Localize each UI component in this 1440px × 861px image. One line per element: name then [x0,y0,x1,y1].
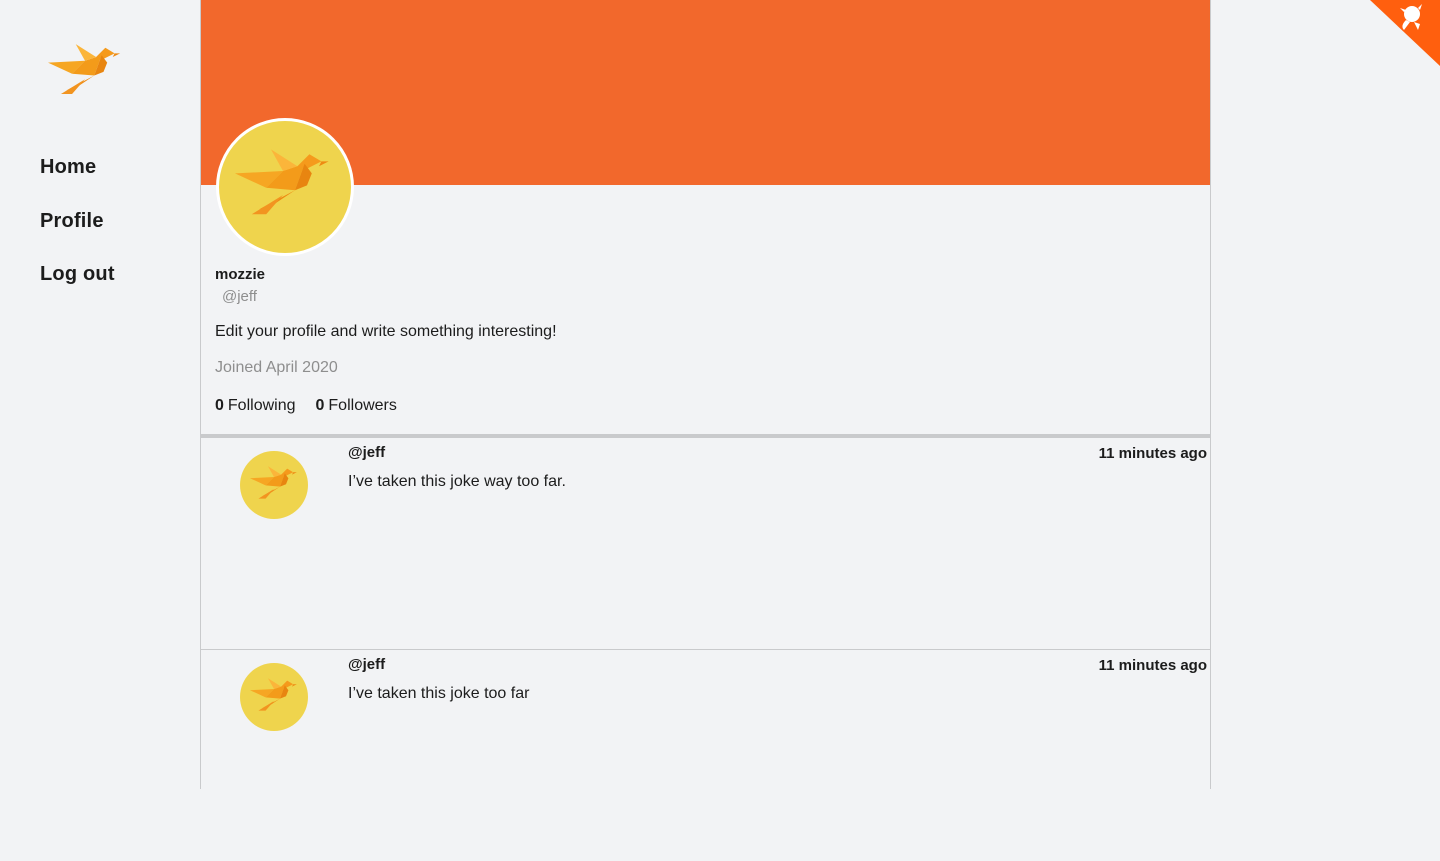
profile-avatar [216,118,354,256]
profile-main: mozzie @jeff Edit your profile and write… [200,0,1211,789]
github-octocat-icon [1370,0,1440,66]
following-label: Following [227,397,296,414]
nav-item-profile[interactable]: Profile [40,206,115,260]
profile-banner [201,0,1210,185]
tweet-text: I’ve taken this joke too far [348,685,530,702]
tweet-item[interactable]: @jeff 11 minutes ago I’ve taken this jok… [201,438,1210,650]
sidebar-nav: Home Profile Log out [40,152,115,313]
following-link[interactable]: 0 Following [215,397,296,415]
bird-logo-icon[interactable] [48,40,122,100]
followers-link[interactable]: 0 Followers [316,397,397,415]
tweet-avatar[interactable] [240,451,308,519]
tweet-avatar[interactable] [240,663,308,731]
profile-bio: Edit your profile and write something in… [215,323,557,340]
tweet-timestamp: 11 minutes ago [1098,445,1207,462]
tweet-item[interactable]: @jeff 11 minutes ago I’ve taken this jok… [201,649,1210,861]
followers-label: Followers [328,397,397,414]
nav-item-home[interactable]: Home [40,152,115,206]
bird-avatar-icon [250,678,297,711]
followers-count: 0 [315,397,325,414]
profile-display-name: mozzie [215,266,266,283]
following-count: 0 [215,397,224,414]
profile-stats: 0 Following 0 Followers [215,397,397,415]
sidebar: Home Profile Log out [0,0,200,789]
bird-avatar-icon [235,149,329,215]
github-corner-link[interactable] [1370,0,1440,66]
tweet-text: I’ve taken this joke way too far. [348,473,566,490]
tweet-handle[interactable]: @jeff [348,444,385,461]
bird-avatar-icon [250,466,297,499]
tweet-timestamp: 11 minutes ago [1098,657,1207,674]
profile-joined-date: Joined April 2020 [215,359,338,376]
profile-handle: @jeff [222,288,257,305]
tweet-handle[interactable]: @jeff [348,656,385,673]
nav-item-logout[interactable]: Log out [40,259,115,313]
